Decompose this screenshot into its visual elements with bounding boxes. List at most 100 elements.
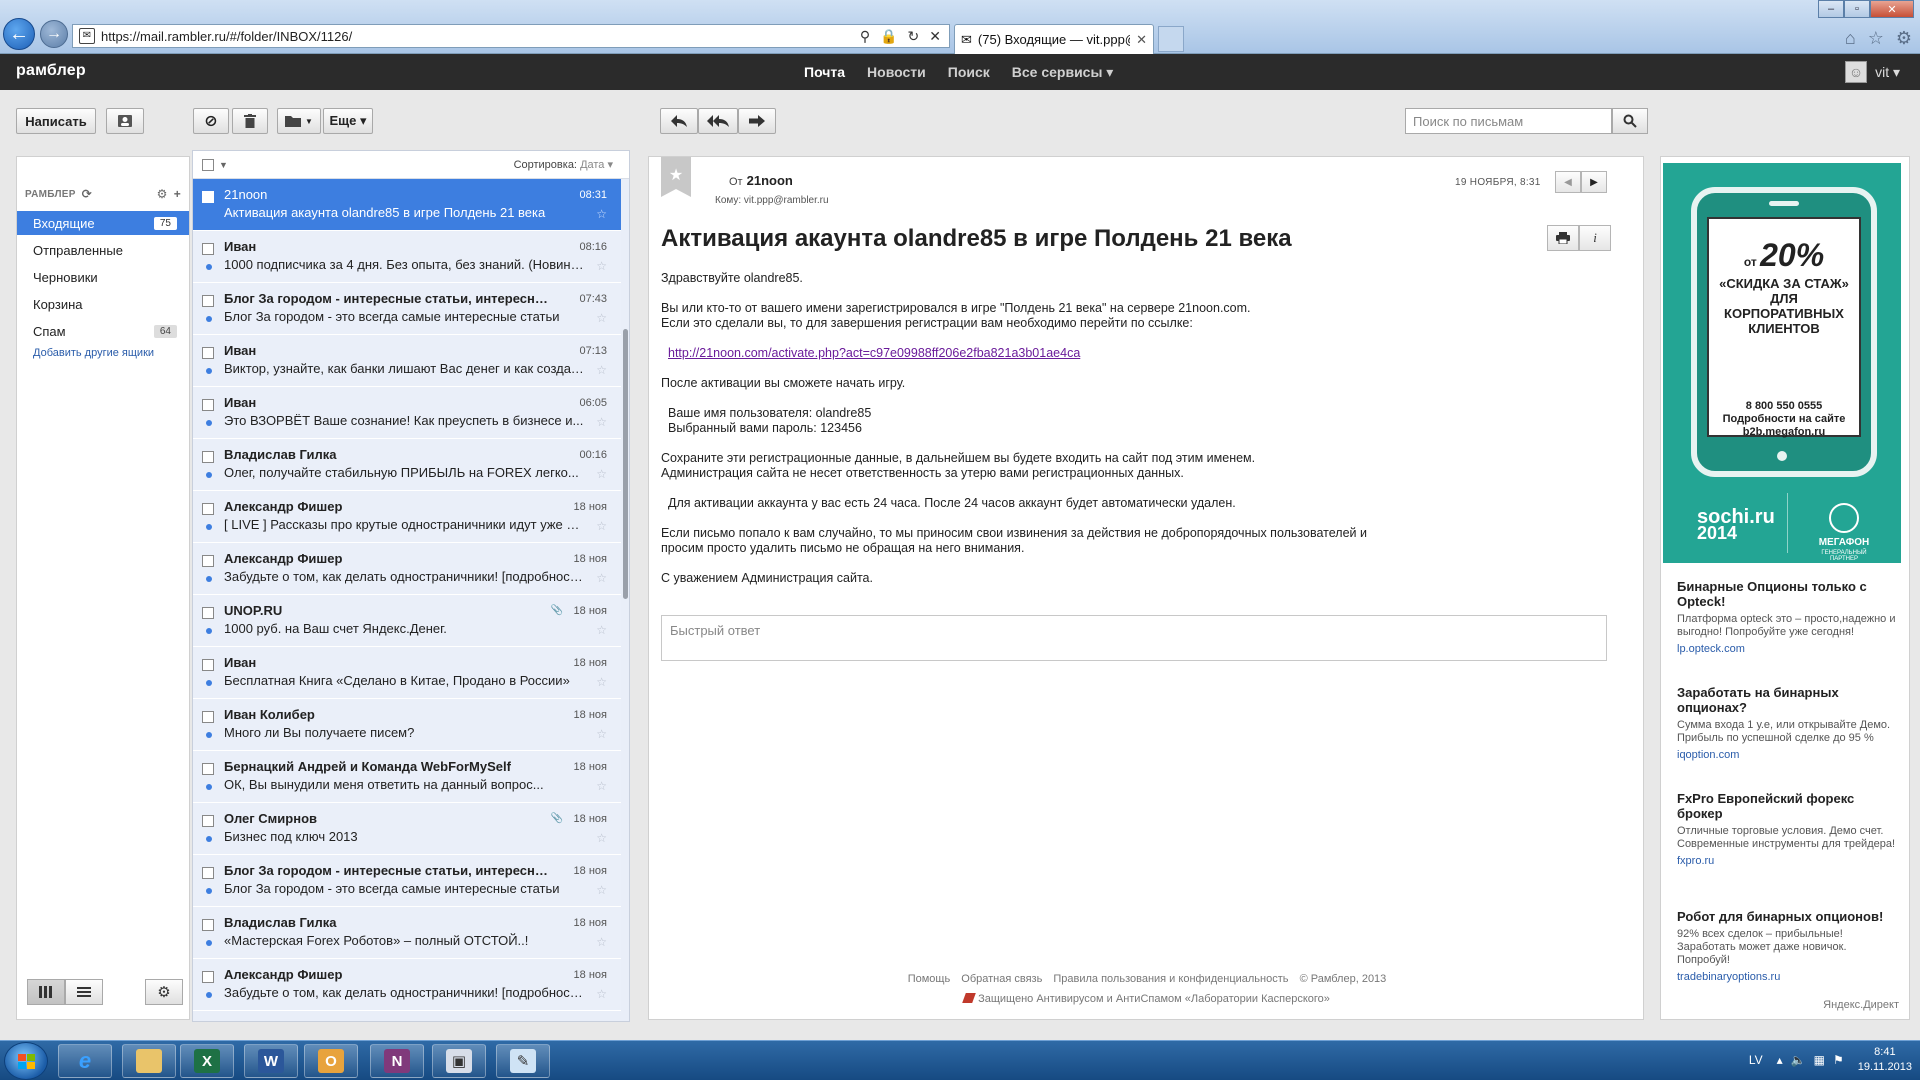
star-flag-icon[interactable]: ★ xyxy=(661,157,691,197)
message-row[interactable]: Иван 18 ноя Бесплатная Книга «Сделано в Ки… xyxy=(193,647,621,699)
row-checkbox[interactable] xyxy=(202,815,214,827)
message-row[interactable]: Блог За городом - интересные статьи, инт… xyxy=(193,855,621,907)
row-checkbox[interactable] xyxy=(202,243,214,255)
list-scrollbar[interactable] xyxy=(623,329,628,599)
taskbar-ie[interactable]: e xyxy=(58,1044,112,1078)
reply-button[interactable] xyxy=(660,108,698,134)
plus-icon[interactable]: + xyxy=(174,187,181,201)
star-icon[interactable]: ☆ xyxy=(596,207,607,221)
message-row[interactable]: Блог За городом - интересные статьи, инт… xyxy=(193,283,621,335)
lock-icon[interactable]: 🔒 xyxy=(880,28,897,45)
star-icon[interactable]: ☆ xyxy=(596,883,607,897)
user-menu[interactable]: ☺ vit ▾ xyxy=(1845,61,1900,83)
new-tab-button[interactable] xyxy=(1158,26,1184,52)
compose-button[interactable]: Написать xyxy=(16,108,96,134)
language-indicator[interactable]: LV xyxy=(1749,1053,1763,1067)
message-row[interactable]: UNOP.RU 📎 18 ноя 1000 руб. на Ваш счет Янде… xyxy=(193,595,621,647)
gear-icon[interactable]: ⚙ xyxy=(157,187,168,201)
star-icon[interactable]: ☆ xyxy=(596,415,607,429)
message-row[interactable]: Иван Колибер 18 ноя Много ли Вы получаете … xyxy=(193,699,621,751)
nav-all-services[interactable]: Все сервисы ▾ xyxy=(1012,64,1114,81)
select-all-checkbox[interactable] xyxy=(202,158,214,171)
close-window-button[interactable]: ✕ xyxy=(1870,0,1914,18)
taskbar-notes[interactable]: ✎ xyxy=(496,1044,550,1078)
message-row[interactable]: Иван 07:13 Виктор, узнайте, как банки лиша… xyxy=(193,335,621,387)
refresh-icon[interactable]: ↻ xyxy=(908,28,920,45)
sort-control[interactable]: Сортировка: Дата ▾ xyxy=(514,158,613,171)
row-checkbox[interactable] xyxy=(202,295,214,307)
taskbar-outlook[interactable]: O xyxy=(304,1044,358,1078)
view-columns-button[interactable] xyxy=(27,979,65,1005)
row-checkbox[interactable] xyxy=(202,919,214,931)
search-icon[interactable]: ⚲ xyxy=(860,28,870,45)
row-checkbox[interactable] xyxy=(202,659,214,671)
row-checkbox[interactable] xyxy=(202,555,214,567)
gear-icon[interactable]: ⚙ xyxy=(1896,28,1912,49)
previous-message-button[interactable]: ◀ xyxy=(1555,171,1581,193)
activation-link[interactable]: http://21noon.com/activate.php?act=c97e0… xyxy=(668,346,1080,360)
refresh-icon[interactable]: ⟳ xyxy=(82,187,92,201)
contacts-button[interactable] xyxy=(106,108,144,134)
move-to-folder-button[interactable]: ▼ xyxy=(277,108,321,134)
maximize-button[interactable]: ▫ xyxy=(1844,0,1870,18)
view-list-button[interactable] xyxy=(65,979,103,1005)
nav-search[interactable]: Поиск xyxy=(948,64,990,81)
folder-sent[interactable]: Отправленные xyxy=(17,238,189,262)
close-icon[interactable]: ✕ xyxy=(929,28,941,45)
message-row[interactable]: 21noon 08:31 Активация акаунта olandre85 в… xyxy=(193,179,621,231)
row-checkbox[interactable] xyxy=(202,503,214,515)
add-mailboxes-link[interactable]: Добавить другие ящики xyxy=(33,347,154,359)
message-row[interactable]: Олег Смирнов 📎 18 ноя Бизнес под ключ 2013 ☆ xyxy=(193,803,621,855)
back-button[interactable]: ← xyxy=(3,18,35,50)
row-checkbox[interactable] xyxy=(202,399,214,411)
message-row[interactable]: Владислав Гилка 00:16 Олег, получайте стаб… xyxy=(193,439,621,491)
tray-chevron-icon[interactable]: ▴ xyxy=(1777,1053,1783,1067)
row-checkbox[interactable] xyxy=(202,607,214,619)
star-icon[interactable]: ☆ xyxy=(596,675,607,689)
volume-icon[interactable]: 🔈 xyxy=(1791,1053,1806,1067)
row-checkbox[interactable] xyxy=(202,867,214,879)
message-row[interactable]: Александр Фишер 18 ноя Забудьте о том, как… xyxy=(193,959,621,1011)
row-checkbox[interactable] xyxy=(202,711,214,723)
star-icon[interactable]: ☆ xyxy=(596,311,607,325)
row-checkbox[interactable] xyxy=(202,971,214,983)
nav-news[interactable]: Новости xyxy=(867,64,926,81)
tab-close-icon[interactable]: ✕ xyxy=(1136,32,1147,48)
home-icon[interactable]: ⌂ xyxy=(1845,28,1856,49)
taskbar-explorer[interactable] xyxy=(122,1044,176,1078)
ad-item[interactable]: FxPro Европейский форекс брокер Отличные… xyxy=(1677,791,1897,867)
delete-button[interactable] xyxy=(232,108,268,134)
more-button[interactable]: Еще ▾ xyxy=(323,108,373,134)
row-checkbox[interactable] xyxy=(202,347,214,359)
megafon-banner[interactable]: от 20% «СКИДКА ЗА СТАЖ» ДЛЯ КОРПОРАТИВНЫ… xyxy=(1663,163,1901,563)
row-checkbox[interactable] xyxy=(202,191,214,203)
message-row[interactable]: Бернацкий Андрей и Команда WebForMySelf 1… xyxy=(193,751,621,803)
info-button[interactable]: i xyxy=(1579,225,1611,251)
row-checkbox[interactable] xyxy=(202,451,214,463)
quick-reply-input[interactable]: Быстрый ответ xyxy=(661,615,1607,661)
star-icon[interactable]: ☆ xyxy=(596,259,607,273)
reply-all-button[interactable] xyxy=(698,108,738,134)
clock[interactable]: 8:41 19.11.2013 xyxy=(1858,1045,1912,1075)
taskbar-app[interactable]: ▣ xyxy=(432,1044,486,1078)
forward-mail-button[interactable] xyxy=(738,108,776,134)
next-message-button[interactable]: ▶ xyxy=(1581,171,1607,193)
message-row[interactable]: Александр Фишер 18 ноя Забудьте о том, как… xyxy=(193,543,621,595)
network-icon[interactable]: ▦ xyxy=(1814,1053,1825,1067)
flag-icon[interactable]: ⚑ xyxy=(1833,1053,1844,1067)
star-icon[interactable]: ☆ xyxy=(596,779,607,793)
address-url[interactable]: https://mail.rambler.ru/#/folder/INBOX/1… xyxy=(101,29,860,44)
browser-tab-active[interactable]: ✉ (75) Входящие — vit.ppp@... ✕ xyxy=(954,24,1154,54)
yandex-direct-label[interactable]: Яндекс.Директ xyxy=(1823,999,1899,1011)
star-icon[interactable]: ☆ xyxy=(596,467,607,481)
message-row[interactable]: Владислав Гилка 18 ноя «Мастерская Forex Р… xyxy=(193,907,621,959)
message-row[interactable]: Александр Фишер 18 ноя [ LIVE ] Рассказы п… xyxy=(193,491,621,543)
ad-item[interactable]: Заработать на бинарных опционах? Сумма в… xyxy=(1677,685,1897,761)
folder-spam[interactable]: Спам 64 xyxy=(17,319,189,343)
terms-link[interactable]: Правила пользования и конфиденциальность xyxy=(1053,973,1288,985)
start-button[interactable] xyxy=(4,1042,48,1080)
taskbar-excel[interactable]: X xyxy=(180,1044,234,1078)
mail-search-input[interactable]: Поиск по письмам xyxy=(1405,108,1612,134)
star-icon[interactable]: ☆ xyxy=(596,727,607,741)
star-icon[interactable]: ☆ xyxy=(596,571,607,585)
